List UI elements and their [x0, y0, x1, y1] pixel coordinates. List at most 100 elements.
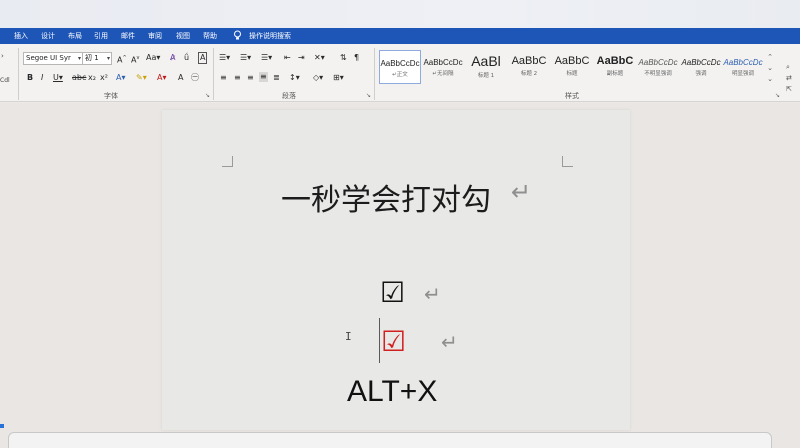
- chevron-down-icon: ▾: [77, 55, 81, 62]
- style-intense-emphasis[interactable]: AaBbCcDc 明显强调: [722, 50, 764, 84]
- paragraph-mark: ↵: [511, 178, 532, 206]
- align-right-icon[interactable]: ≡: [247, 73, 254, 83]
- select-icon[interactable]: ⇱: [786, 84, 792, 95]
- margin-corner-mark: [562, 156, 573, 167]
- style-preview: AaBbC: [511, 55, 547, 67]
- multilevel-list-icon[interactable]: ☰▾: [261, 53, 272, 63]
- grow-font-icon[interactable]: A^: [117, 53, 127, 66]
- tab-mailings[interactable]: 邮件: [121, 30, 135, 42]
- shading-icon[interactable]: ◇▾: [313, 73, 323, 83]
- clipboard-arrow-icon[interactable]: ›: [1, 52, 4, 60]
- bullets-icon[interactable]: ☰▾: [219, 53, 230, 63]
- highlight-icon[interactable]: ✎▾: [136, 73, 147, 83]
- document-title-text[interactable]: 一秒学会打对勾: [281, 175, 491, 219]
- clipboard-label: Cdl: [0, 77, 10, 84]
- align-center-icon[interactable]: ≡: [234, 73, 241, 83]
- tab-layout[interactable]: 布局: [68, 30, 82, 42]
- style-preview: AaBbCcDc: [638, 58, 678, 67]
- styles-group-label: 样式: [565, 92, 579, 100]
- style-name: ↵正文: [392, 72, 408, 78]
- subscript-icon[interactable]: x₂: [88, 73, 96, 83]
- selection-marker: [0, 424, 4, 428]
- strikethrough-icon[interactable]: abc: [72, 73, 86, 83]
- chevron-down-icon: ▾: [106, 55, 110, 62]
- chevron-up-icon[interactable]: ⌃: [764, 52, 776, 63]
- tell-me-search[interactable]: 操作说明搜索: [249, 30, 291, 42]
- styles-gallery-scroll[interactable]: ⌃ ⌄ ⌄: [764, 52, 776, 85]
- numbering-icon[interactable]: ☰▾: [240, 53, 251, 63]
- ribbon-separator: [18, 48, 19, 100]
- text-cursor: [379, 318, 380, 363]
- shrink-font-icon[interactable]: Av: [131, 53, 139, 66]
- font-size-value: 初 1: [85, 54, 99, 62]
- overlay-panel: [8, 432, 772, 448]
- underline-icon[interactable]: U▾: [53, 73, 63, 83]
- ribbon-separator: [374, 48, 375, 100]
- justify-icon[interactable]: ≡: [259, 72, 268, 82]
- clear-format-icon[interactable]: A̷: [170, 53, 175, 63]
- lightbulb-icon: [234, 30, 241, 40]
- font-color-icon[interactable]: A▾: [157, 73, 167, 83]
- paragraph-mark: ↵: [424, 282, 441, 306]
- editing-group-partial[interactable]: ⌕ ⇄ ⇱: [786, 62, 792, 95]
- style-name: 强调: [695, 71, 707, 77]
- paragraph-group-label: 段落: [282, 92, 296, 100]
- bold-icon[interactable]: B: [27, 73, 33, 83]
- pinyin-guide-icon[interactable]: ǘ: [184, 53, 189, 63]
- tab-view[interactable]: 视图: [176, 30, 190, 42]
- char-shading-icon[interactable]: A: [178, 73, 183, 83]
- style-name: 标题: [566, 71, 578, 77]
- font-name-combo[interactable]: Segoe UI Syr ▾: [23, 52, 83, 65]
- checkbox-black-glyph[interactable]: ☑: [380, 279, 405, 307]
- style-heading-1[interactable]: AaBl 标题 1: [465, 50, 507, 84]
- align-left-icon[interactable]: ≡: [220, 73, 227, 83]
- more-icon[interactable]: ⌄: [764, 74, 776, 85]
- style-subtitle[interactable]: AaBbC 副标题: [594, 50, 636, 84]
- replace-icon[interactable]: ⇄: [786, 73, 792, 84]
- style-emphasis[interactable]: AaBbCcDc 强调: [680, 50, 722, 84]
- increase-indent-icon[interactable]: ⇥: [298, 53, 305, 63]
- text-effects-icon[interactable]: A▾: [116, 73, 126, 83]
- checkbox-red-glyph[interactable]: ☑: [381, 328, 406, 356]
- font-size-combo[interactable]: 初 1 ▾: [82, 52, 112, 65]
- style-normal[interactable]: AaBbCcDc ↵正文: [379, 50, 421, 84]
- style-preview: AaBbC: [554, 55, 590, 67]
- font-group-label: 字体: [104, 92, 118, 100]
- tab-references[interactable]: 引用: [94, 30, 108, 42]
- show-marks-icon[interactable]: ¶: [354, 53, 359, 63]
- line-spacing-icon[interactable]: ↕▾: [289, 73, 300, 83]
- style-name: 明显强调: [731, 71, 754, 77]
- decrease-indent-icon[interactable]: ⇤: [284, 53, 291, 63]
- style-preview: AaBl: [471, 53, 501, 69]
- tab-insert[interactable]: 插入: [14, 30, 28, 42]
- shortcut-text[interactable]: ALT+X: [347, 375, 437, 409]
- style-name: ↵无间隔: [432, 71, 454, 77]
- dialog-launcher-icon[interactable]: ↘: [366, 92, 371, 99]
- ribbon-separator: [213, 48, 214, 100]
- style-no-spacing[interactable]: AaBbCcDc ↵无间隔: [422, 50, 464, 84]
- italic-icon[interactable]: I: [41, 73, 43, 83]
- paragraph-mark: ↵: [441, 330, 458, 354]
- chevron-down-icon[interactable]: ⌄: [764, 63, 776, 74]
- char-border-icon[interactable]: A: [198, 52, 208, 64]
- change-case-icon[interactable]: Aa▾: [146, 53, 160, 63]
- borders-icon[interactable]: ⊞▾: [333, 73, 344, 83]
- tab-review[interactable]: 审阅: [148, 30, 162, 42]
- ribbon-tab-bar: 插入 设计 布局 引用 邮件 审阅 视图 帮助 操作说明搜索: [0, 28, 800, 44]
- dialog-launcher-icon[interactable]: ↘: [205, 92, 210, 99]
- superscript-icon[interactable]: x²: [100, 73, 108, 83]
- style-preview: AaBbCcDc: [423, 58, 463, 67]
- enclose-char-icon[interactable]: ㊀: [191, 73, 199, 83]
- style-heading-2[interactable]: AaBbC 标题 2: [508, 50, 550, 84]
- distributed-icon[interactable]: ≣: [273, 73, 280, 83]
- dialog-launcher-icon[interactable]: ↘: [775, 92, 780, 99]
- tab-design[interactable]: 设计: [41, 30, 55, 42]
- style-preview: AaBbCcDc: [681, 58, 721, 67]
- style-name: 标题 1: [477, 73, 495, 79]
- find-icon[interactable]: ⌕: [786, 62, 792, 73]
- chinese-layout-icon[interactable]: ✕▾: [314, 53, 325, 63]
- tab-help[interactable]: 帮助: [203, 30, 217, 42]
- sort-icon[interactable]: ⇅: [340, 53, 347, 63]
- style-subtle-emphasis[interactable]: AaBbCcDc 不明显强调: [637, 50, 679, 84]
- style-title[interactable]: AaBbC 标题: [551, 50, 593, 84]
